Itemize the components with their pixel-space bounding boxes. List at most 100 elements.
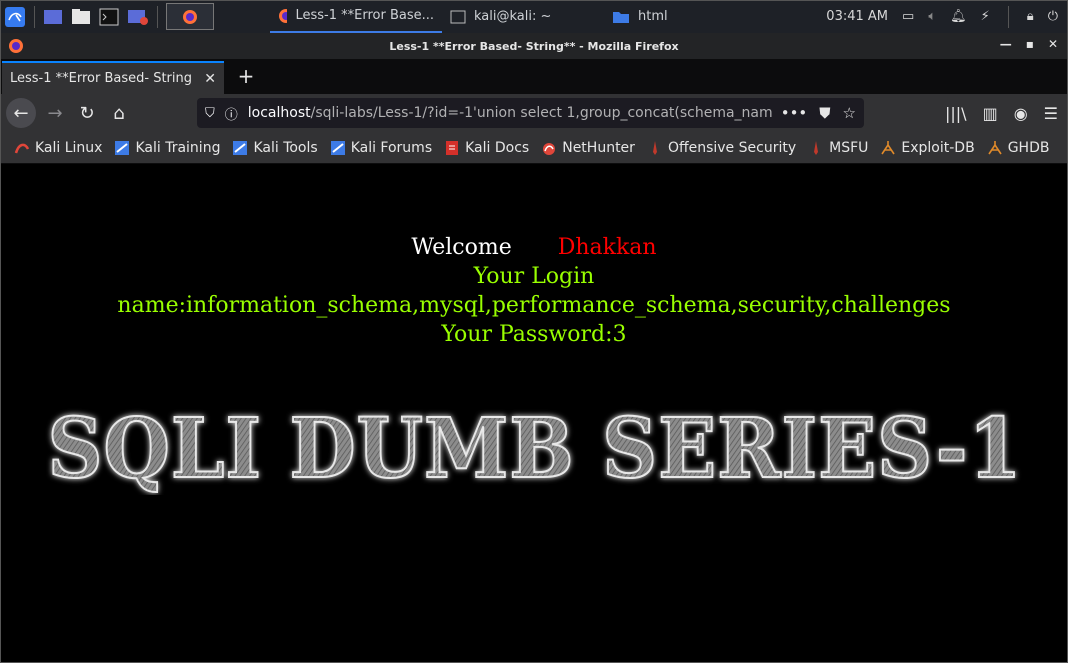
- taskbar-separator: [34, 5, 35, 28]
- tracking-shield-icon[interactable]: ⛉: [205, 106, 215, 121]
- sqli-dumb-series-banner-image: SQLI DUMB SERIES-1: [47, 405, 1023, 495]
- bookmark-label: Kali Linux: [35, 139, 103, 156]
- bookmark-label: Kali Training: [135, 139, 221, 156]
- reload-icon: ↻: [79, 102, 95, 124]
- bookmark-label: Kali Forums: [350, 139, 433, 156]
- home-icon: ⌂: [113, 102, 125, 124]
- exploitdb-icon: [880, 140, 896, 156]
- ghdb-icon: [987, 140, 1003, 156]
- forward-button[interactable]: →: [40, 98, 70, 128]
- new-tab-button[interactable]: +: [232, 62, 260, 90]
- bookmark-msfu[interactable]: MSFU: [808, 140, 868, 156]
- url-path: /sqli-labs/Less-1/?id=-1'union select 1,…: [310, 105, 773, 121]
- bookmark-ghdb[interactable]: GHDB: [987, 139, 1050, 156]
- task-firefox[interactable]: Less-1 **Error Base...: [270, 0, 442, 33]
- welcome-text: Welcome: [411, 235, 512, 260]
- tab-close-icon[interactable]: ✕: [204, 71, 216, 87]
- arrow-right-icon: →: [47, 102, 63, 124]
- kali-tools-icon: [232, 140, 248, 156]
- kali-menu-icon[interactable]: [0, 0, 30, 33]
- kali-training-icon: [114, 140, 130, 156]
- file-manager-icon[interactable]: [67, 0, 95, 33]
- task-label: Less-1 **Error Base...: [295, 8, 434, 23]
- bookmark-label: Offensive Security: [667, 139, 797, 156]
- display-icon[interactable]: ▭: [902, 9, 914, 24]
- firefox-icon: [183, 9, 197, 24]
- bookmarks-toolbar: Kali Linux Kali Training Kali Tools Kali…: [0, 132, 1068, 164]
- window-title: Less-1 **Error Based- String** - Mozilla…: [389, 39, 679, 53]
- system-taskbar: Less-1 **Error Base... kali@kali: ~ html…: [0, 0, 1068, 33]
- bookmark-kali-linux[interactable]: Kali Linux: [14, 140, 102, 156]
- tab-label: Less-1 **Error Based- String: [10, 71, 192, 86]
- taskbar-separator: [157, 5, 158, 28]
- task-label: kali@kali: ~: [474, 9, 552, 24]
- page-content: Welcome Dhakkan Your Login name:informati…: [0, 165, 1068, 663]
- bookmark-offensive-security[interactable]: Offensive Security: [647, 140, 796, 156]
- url-bar[interactable]: ⛉ ⓘ localhost/sqli-labs/Less-1/?id=-1'un…: [197, 98, 864, 128]
- arrow-left-icon: ←: [13, 102, 29, 124]
- url-text[interactable]: localhost/sqli-labs/Less-1/?id=-1'union …: [248, 105, 773, 121]
- folder-icon: [613, 11, 629, 23]
- navigation-toolbar: ← → ↻ ⌂ ⛉ ⓘ localhost/sqli-labs/Less-1/?…: [0, 94, 1068, 132]
- tray-separator: [1007, 5, 1009, 28]
- kali-icon: [14, 140, 30, 156]
- svg-text:SQLI DUMB SERIES-1: SQLI DUMB SERIES-1: [48, 405, 1023, 495]
- nethunter-icon: [541, 140, 557, 156]
- clock[interactable]: 03:41 AM: [826, 9, 888, 24]
- kali-forums-icon: [330, 140, 346, 156]
- plus-icon: +: [237, 64, 255, 88]
- window-titlebar: Less-1 **Error Based- String** - Mozilla…: [0, 33, 1068, 59]
- close-icon[interactable]: ✕: [1048, 37, 1058, 51]
- bookmark-kali-forums[interactable]: Kali Forums: [330, 140, 432, 156]
- tab-strip: Less-1 **Error Based- String ✕ +: [0, 59, 1068, 94]
- task-file-manager[interactable]: html: [604, 0, 714, 33]
- bookmark-exploit-db[interactable]: Exploit-DB: [880, 139, 975, 156]
- pocket-icon[interactable]: ⛊: [819, 104, 830, 122]
- firefox-icon: [279, 8, 288, 23]
- bookmark-kali-docs[interactable]: Kali Docs: [444, 140, 529, 156]
- username-text: Dhakkan: [557, 235, 657, 260]
- bookmark-label: GHDB: [1007, 139, 1050, 156]
- bookmark-nethunter[interactable]: NetHunter: [541, 140, 635, 156]
- menu-icon[interactable]: ☰: [1044, 104, 1058, 123]
- firefox-launcher-button[interactable]: [166, 3, 214, 30]
- account-icon[interactable]: ◉: [1014, 104, 1028, 123]
- tab-active[interactable]: Less-1 **Error Based- String ✕: [2, 61, 224, 94]
- library-icon[interactable]: |||\: [945, 104, 967, 123]
- terminal-launcher-icon[interactable]: [95, 0, 123, 33]
- volume-icon[interactable]: 🔈︎: [928, 9, 936, 24]
- system-tray: 03:41 AM ▭ 🔈︎ 🔔︎ ⚡︎ 🔒︎ ⏻: [826, 0, 1068, 33]
- firefox-icon: [9, 39, 23, 53]
- bookmark-kali-tools[interactable]: Kali Tools: [232, 139, 318, 156]
- page-actions-icon[interactable]: •••: [781, 104, 808, 122]
- minimize-icon[interactable]: —: [1000, 37, 1012, 51]
- bookmark-label: Exploit-DB: [901, 139, 975, 156]
- task-label: html: [638, 9, 668, 24]
- sidebar-icon[interactable]: ▥: [983, 104, 998, 123]
- notifications-icon[interactable]: 🔔︎: [950, 9, 967, 24]
- bookmark-label: Kali Docs: [465, 139, 530, 156]
- reload-button[interactable]: ↻: [72, 98, 102, 128]
- bookmark-star-icon[interactable]: ☆: [843, 104, 856, 122]
- login-name-result: name:information_schema,mysql,performanc…: [117, 293, 951, 318]
- msfu-icon: [808, 140, 824, 156]
- bookmark-label: NetHunter: [562, 139, 635, 156]
- site-info-icon[interactable]: ⓘ: [225, 104, 238, 123]
- kali-docs-icon: [444, 140, 460, 156]
- password-result: Your Password:3: [441, 322, 627, 347]
- offsec-icon: [647, 140, 663, 156]
- task-terminal[interactable]: kali@kali: ~: [442, 0, 604, 33]
- workspace-icon[interactable]: [39, 0, 67, 33]
- bookmark-kali-training[interactable]: Kali Training: [114, 140, 220, 156]
- power-manager-icon[interactable]: ⚡︎: [981, 9, 990, 24]
- logout-icon[interactable]: ⏻: [1048, 9, 1058, 24]
- terminal-icon: [450, 10, 466, 23]
- welcome-line: Welcome Dhakkan: [0, 235, 1068, 260]
- back-button[interactable]: ←: [6, 98, 36, 128]
- url-host: localhost: [247, 105, 311, 121]
- lock-icon[interactable]: 🔒︎: [1027, 9, 1034, 24]
- home-button[interactable]: ⌂: [104, 98, 134, 128]
- bookmark-label: Kali Tools: [253, 139, 318, 156]
- maximize-icon[interactable]: ▪: [1026, 37, 1034, 51]
- screen-recorder-icon[interactable]: [123, 0, 153, 33]
